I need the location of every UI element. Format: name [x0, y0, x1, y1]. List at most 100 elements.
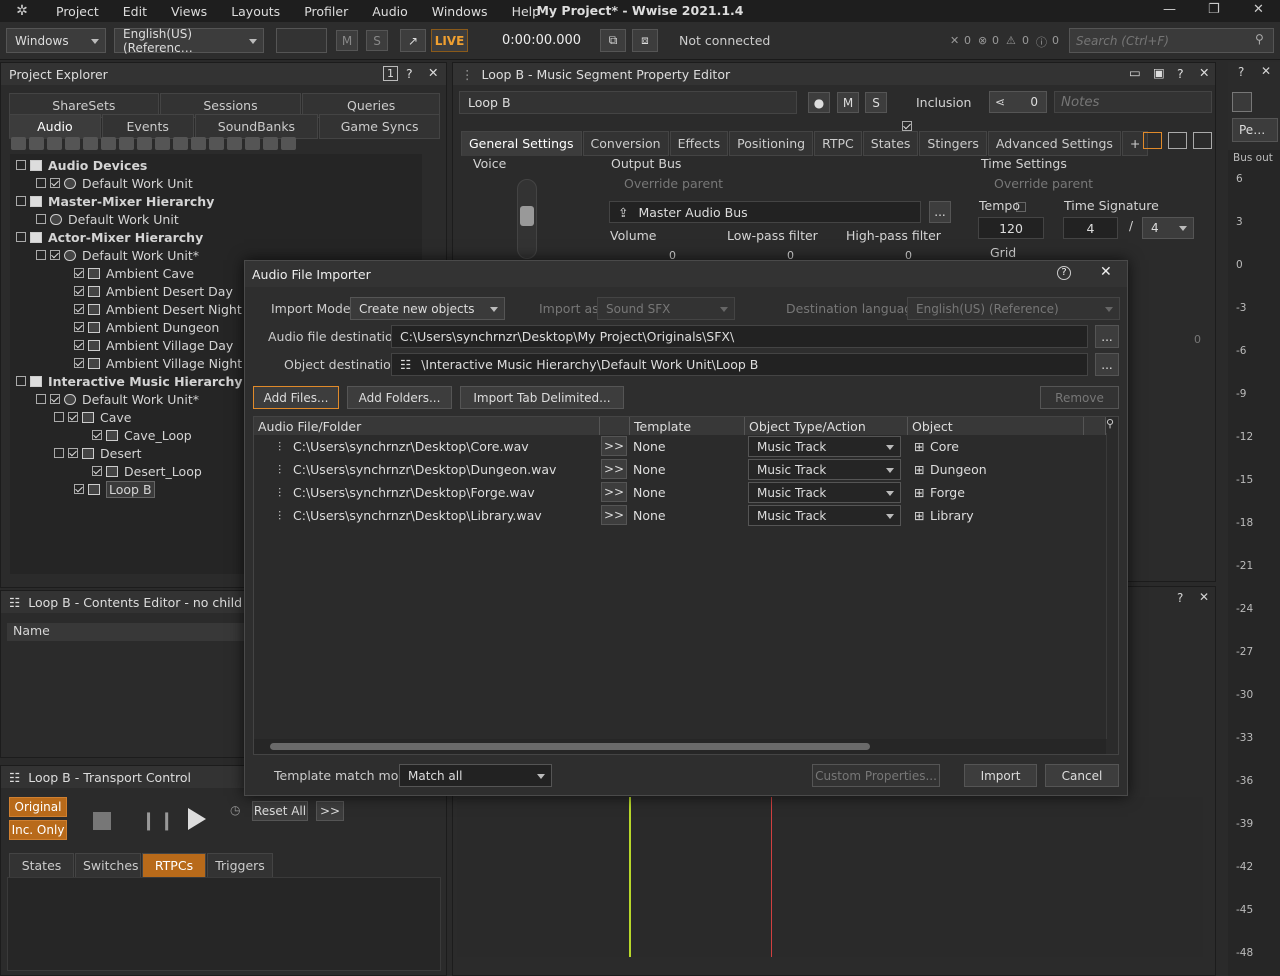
live-button[interactable]: LIVE [431, 29, 468, 52]
layout-single-icon[interactable] [1143, 132, 1162, 149]
toolbar-icon[interactable] [155, 137, 170, 150]
menu-layouts[interactable]: Layouts [219, 4, 292, 19]
object-type-select[interactable]: Music Track [748, 482, 901, 503]
tree-item-selected[interactable]: Loop B [74, 480, 155, 498]
solo-button[interactable]: S [366, 30, 388, 51]
tab-switches[interactable]: Switches [75, 853, 141, 878]
close-window-icon[interactable]: ✕ [1253, 2, 1264, 17]
mute-button[interactable]: M [336, 30, 358, 51]
toolbar-icon[interactable] [191, 137, 206, 150]
col-object-type[interactable]: Object Type/Action [745, 417, 908, 435]
save-icon[interactable]: ▣ [1153, 65, 1165, 80]
expand-icon[interactable] [36, 214, 46, 224]
meter-view-select[interactable]: Pe… [1232, 118, 1278, 142]
toolbar-icon[interactable] [65, 137, 80, 150]
language-select[interactable]: English(US) (Referenc… [114, 27, 264, 55]
stop-icon[interactable] [93, 812, 111, 830]
time-sig-numerator[interactable]: 4 [1063, 217, 1118, 239]
add-files-button[interactable]: Add Files... [253, 386, 339, 409]
pin-icon[interactable]: 1 [383, 66, 398, 81]
tab-advanced-settings[interactable]: Advanced Settings [987, 131, 1121, 156]
tree-item[interactable]: Desert_Loop [92, 462, 202, 480]
transport-more-button[interactable]: >> [316, 801, 344, 821]
disconnect-button[interactable]: ⧈ [632, 29, 658, 52]
slider-thumb[interactable] [520, 206, 534, 226]
add-folders-button[interactable]: Add Folders... [347, 386, 452, 409]
expand-icon[interactable] [16, 232, 26, 242]
layout-select[interactable]: Windows [6, 28, 106, 53]
template-value[interactable]: None [633, 439, 666, 454]
close-icon[interactable]: ✕ [1100, 264, 1112, 280]
checkbox[interactable] [50, 250, 60, 260]
col-template[interactable]: Template [630, 417, 745, 435]
inclusion-checkbox[interactable] [902, 121, 912, 131]
close-icon[interactable]: ✕ [1261, 64, 1271, 78]
output-bus-field[interactable]: ⇪ Master Audio Bus [609, 201, 921, 223]
help-icon[interactable]: ? [1057, 266, 1071, 280]
grid-vertical-scrollbar[interactable] [1106, 433, 1118, 739]
notes-input[interactable] [1054, 91, 1212, 113]
grid-search-icon[interactable]: ⚲ [1106, 417, 1118, 431]
toolbar-icon[interactable] [47, 137, 62, 150]
help-icon[interactable]: ? [1177, 591, 1183, 605]
info-icon[interactable]: ⓘ [1036, 34, 1047, 50]
template-value[interactable]: None [633, 462, 666, 477]
menu-audio[interactable]: Audio [360, 4, 420, 19]
close-icon[interactable]: ✕ [950, 34, 959, 47]
menu-profiler[interactable]: Profiler [292, 4, 360, 19]
checkbox[interactable] [74, 340, 84, 350]
template-value[interactable]: None [633, 508, 666, 523]
tree-item[interactable]: Default Work Unit [36, 174, 193, 192]
expand-icon[interactable] [36, 394, 46, 404]
menu-help[interactable]: Help [500, 4, 553, 19]
tab-soundbanks[interactable]: SoundBanks [194, 114, 319, 139]
toolbar-icon[interactable] [281, 137, 296, 150]
toolbar-icon[interactable] [101, 137, 116, 150]
close-icon[interactable]: ✕ [428, 65, 438, 80]
help-icon[interactable]: ? [1177, 66, 1184, 81]
meter-settings-icon[interactable] [1232, 92, 1252, 112]
cancel-button[interactable]: Cancel [1045, 764, 1119, 787]
grid-horizontal-scrollbar[interactable] [254, 739, 1106, 754]
platform-slot[interactable] [276, 28, 327, 53]
toolbar-icon[interactable] [209, 137, 224, 150]
reset-all-button[interactable]: Reset All [252, 801, 308, 821]
output-bus-browse-button[interactable]: ... [929, 201, 951, 223]
expand-icon[interactable] [36, 250, 46, 260]
contents-name-column[interactable]: Name [7, 623, 245, 641]
menu-views[interactable]: Views [159, 4, 219, 19]
audio-dest-field[interactable]: C:\Users\synchrnzr\Desktop\My Project\Or… [391, 325, 1088, 348]
checkbox[interactable] [92, 466, 102, 476]
original-button[interactable]: Original [9, 797, 67, 817]
checkbox[interactable] [92, 430, 102, 440]
template-value[interactable]: None [633, 485, 666, 500]
tab-states[interactable]: States [9, 853, 74, 878]
checkbox[interactable] [74, 304, 84, 314]
close-icon[interactable]: ✕ [1199, 590, 1209, 604]
tree-item[interactable]: Audio Devices [16, 156, 147, 174]
custom-properties-button[interactable]: Custom Properties... [812, 764, 940, 787]
tab-positioning[interactable]: Positioning [729, 131, 814, 156]
toolbar-icon[interactable] [227, 137, 242, 150]
layout-stack-icon[interactable] [1193, 132, 1212, 149]
tree-item[interactable]: Master-Mixer Hierarchy [16, 192, 214, 210]
wwise-logo-icon[interactable]: ✲ [0, 3, 44, 19]
import-mode-select[interactable]: Create new objects [350, 297, 505, 320]
expand-icon[interactable] [36, 178, 46, 188]
toolbar-icon[interactable] [137, 137, 152, 150]
checkbox[interactable] [74, 322, 84, 332]
menu-project[interactable]: Project [44, 4, 111, 19]
import-button[interactable]: Import [964, 764, 1037, 787]
expand-icon[interactable] [54, 448, 64, 458]
time-sig-denominator[interactable]: 4 [1142, 217, 1194, 239]
help-icon[interactable]: ? [406, 66, 413, 81]
col-arrow[interactable] [600, 417, 630, 435]
menu-edit[interactable]: Edit [111, 4, 159, 19]
object-dest-field[interactable]: ☷ \Interactive Music Hierarchy\Default Wo… [391, 353, 1088, 376]
pause-icon[interactable]: ❙❙ [141, 810, 177, 831]
tree-item[interactable]: Default Work Unit [36, 210, 179, 228]
playhead-entry-cue[interactable] [629, 797, 631, 957]
toolbar-icon[interactable] [263, 137, 278, 150]
toolbar-icon[interactable] [173, 137, 188, 150]
col-object[interactable]: Object [908, 417, 1084, 435]
